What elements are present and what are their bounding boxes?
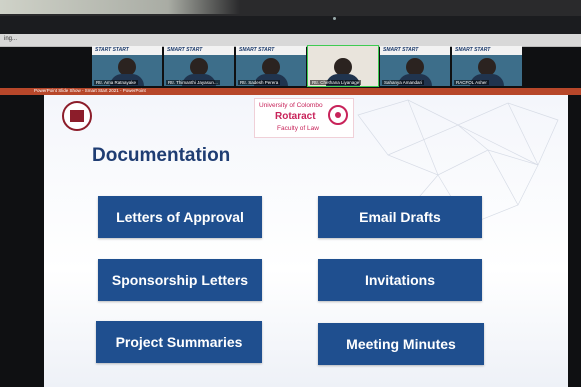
participant-tile[interactable]: START START Rtr. Ama Ratnayake [92,46,162,86]
tile-banner: START START [95,47,129,53]
participant-gallery: START START Rtr. Ama Ratnayake SMART STA… [92,45,522,87]
slide-heading: Documentation [92,145,231,166]
powerpoint-titlebar: PowerPoint Slide Show - Smart Start 2021… [0,88,581,95]
participant-name: Sahanya Amandari [382,80,425,85]
tile-banner: SMART START [167,47,203,53]
rotaract-logo-box: University of Colombo Rotaract Faculty o… [254,98,354,138]
rotaract-wordmark: Rotaract [275,111,316,122]
rotaract-university-text: University of Colombo [259,102,323,109]
rotary-wheel-icon [328,105,348,125]
participant-tile[interactable]: SMART START Sahanya Amandari [380,46,450,86]
sponsorship-letters-button[interactable]: Sponsorship Letters [98,259,262,301]
meeting-minutes-button[interactable]: Meeting Minutes [318,323,484,365]
tile-banner: SMART START [455,47,491,53]
rotaract-faculty-text: Faculty of Law [277,125,319,132]
university-crest-logo [62,101,92,131]
participant-name: Rtr. Thimanthi Jayasun... [166,80,220,85]
screen-glare [0,0,240,14]
participant-name: Rtr. Ama Ratnayake [94,80,139,85]
powerpoint-title: PowerPoint Slide Show - Smart Start 2021… [34,88,146,93]
participant-name: Rtr. Sadesh Perera [238,80,281,85]
email-drafts-button[interactable]: Email Drafts [318,196,482,238]
participant-tile[interactable]: SMART START Rtr. Thimanthi Jayasun... [164,46,234,86]
tile-banner: SMART START [239,47,275,53]
presentation-slide: University of Colombo Rotaract Faculty o… [44,95,568,387]
participant-tile[interactable]: SMART START Rtr. Sadesh Perera [236,46,306,86]
participant-tile[interactable]: SMART START RACFOL Asher [452,46,522,86]
participant-name: RACFOL Asher [454,80,489,85]
project-summaries-button[interactable]: Project Summaries [96,321,262,363]
tile-banner: SMART START [383,47,419,53]
webcam-dot [333,17,336,20]
participant-tile-active-speaker[interactable]: Rtr. Chethana Liyanage [307,45,379,87]
invitations-button[interactable]: Invitations [318,259,482,301]
titlebar-text: ing... [4,36,18,42]
monitor-bezel [0,0,581,16]
letters-of-approval-button[interactable]: Letters of Approval [98,196,262,238]
participant-name: Rtr. Chethana Liyanage [310,80,362,85]
